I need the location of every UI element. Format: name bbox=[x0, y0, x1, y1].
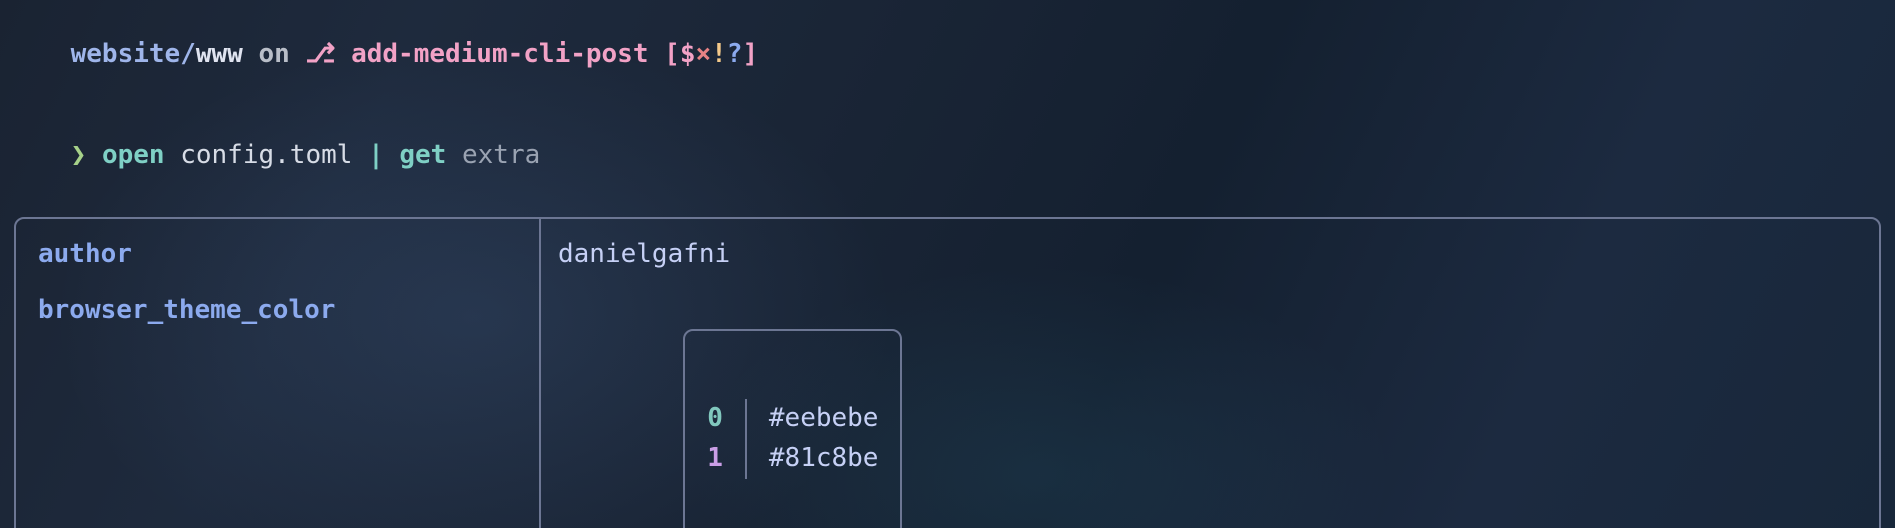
key-author: author bbox=[38, 237, 538, 273]
val-browser-theme-color: 0 #eebebe 1 #81c8be bbox=[558, 293, 1857, 528]
list-item: 0 #eebebe bbox=[685, 399, 900, 439]
git-status-deleted-icon: × bbox=[695, 39, 711, 69]
command-open: open bbox=[102, 140, 165, 170]
cwd-leaf: www bbox=[196, 39, 243, 69]
list-item: 1 #81c8be bbox=[685, 439, 900, 479]
nested-list: 0 #eebebe 1 #81c8be bbox=[683, 329, 902, 528]
list-value-0: #eebebe bbox=[746, 399, 901, 439]
list-index-1: 1 bbox=[685, 439, 746, 479]
column-divider bbox=[539, 219, 541, 528]
arg-extra: extra bbox=[462, 140, 540, 170]
list-index-0: 0 bbox=[685, 399, 746, 439]
git-status-close: ] bbox=[742, 39, 758, 69]
prompt-caret-icon: ❯ bbox=[71, 140, 87, 170]
arg-config-file: config.toml bbox=[180, 140, 352, 170]
git-branch-icon: ⎇ bbox=[305, 39, 335, 69]
command-get: get bbox=[399, 140, 446, 170]
prompt-command-line[interactable]: ❯ open config.toml | get extra bbox=[8, 105, 1887, 206]
on-text: on bbox=[243, 39, 306, 69]
list-value-1: #81c8be bbox=[746, 439, 901, 479]
git-status-modified-icon: ! bbox=[711, 39, 727, 69]
git-branch-name: add-medium-cli-post bbox=[351, 39, 648, 69]
git-status-stash-icon: $ bbox=[680, 39, 696, 69]
output-table: author danielgafni browser_theme_color 0… bbox=[14, 217, 1881, 528]
pipe-symbol: | bbox=[368, 140, 384, 170]
val-author: danielgafni bbox=[558, 237, 1857, 273]
git-status-open: [ bbox=[649, 39, 680, 69]
git-status-untracked-icon: ? bbox=[727, 39, 743, 69]
prompt-context-line: website/www on ⎇ add-medium-cli-post [$×… bbox=[8, 4, 1887, 105]
table-row: browser_theme_color 0 #eebebe 1 #81c8be bbox=[38, 293, 1857, 528]
terminal: website/www on ⎇ add-medium-cli-post [$×… bbox=[0, 0, 1895, 528]
table-row: author danielgafni bbox=[38, 237, 1857, 273]
cwd-parent: website/ bbox=[71, 39, 196, 69]
key-browser-theme-color: browser_theme_color bbox=[38, 293, 538, 329]
